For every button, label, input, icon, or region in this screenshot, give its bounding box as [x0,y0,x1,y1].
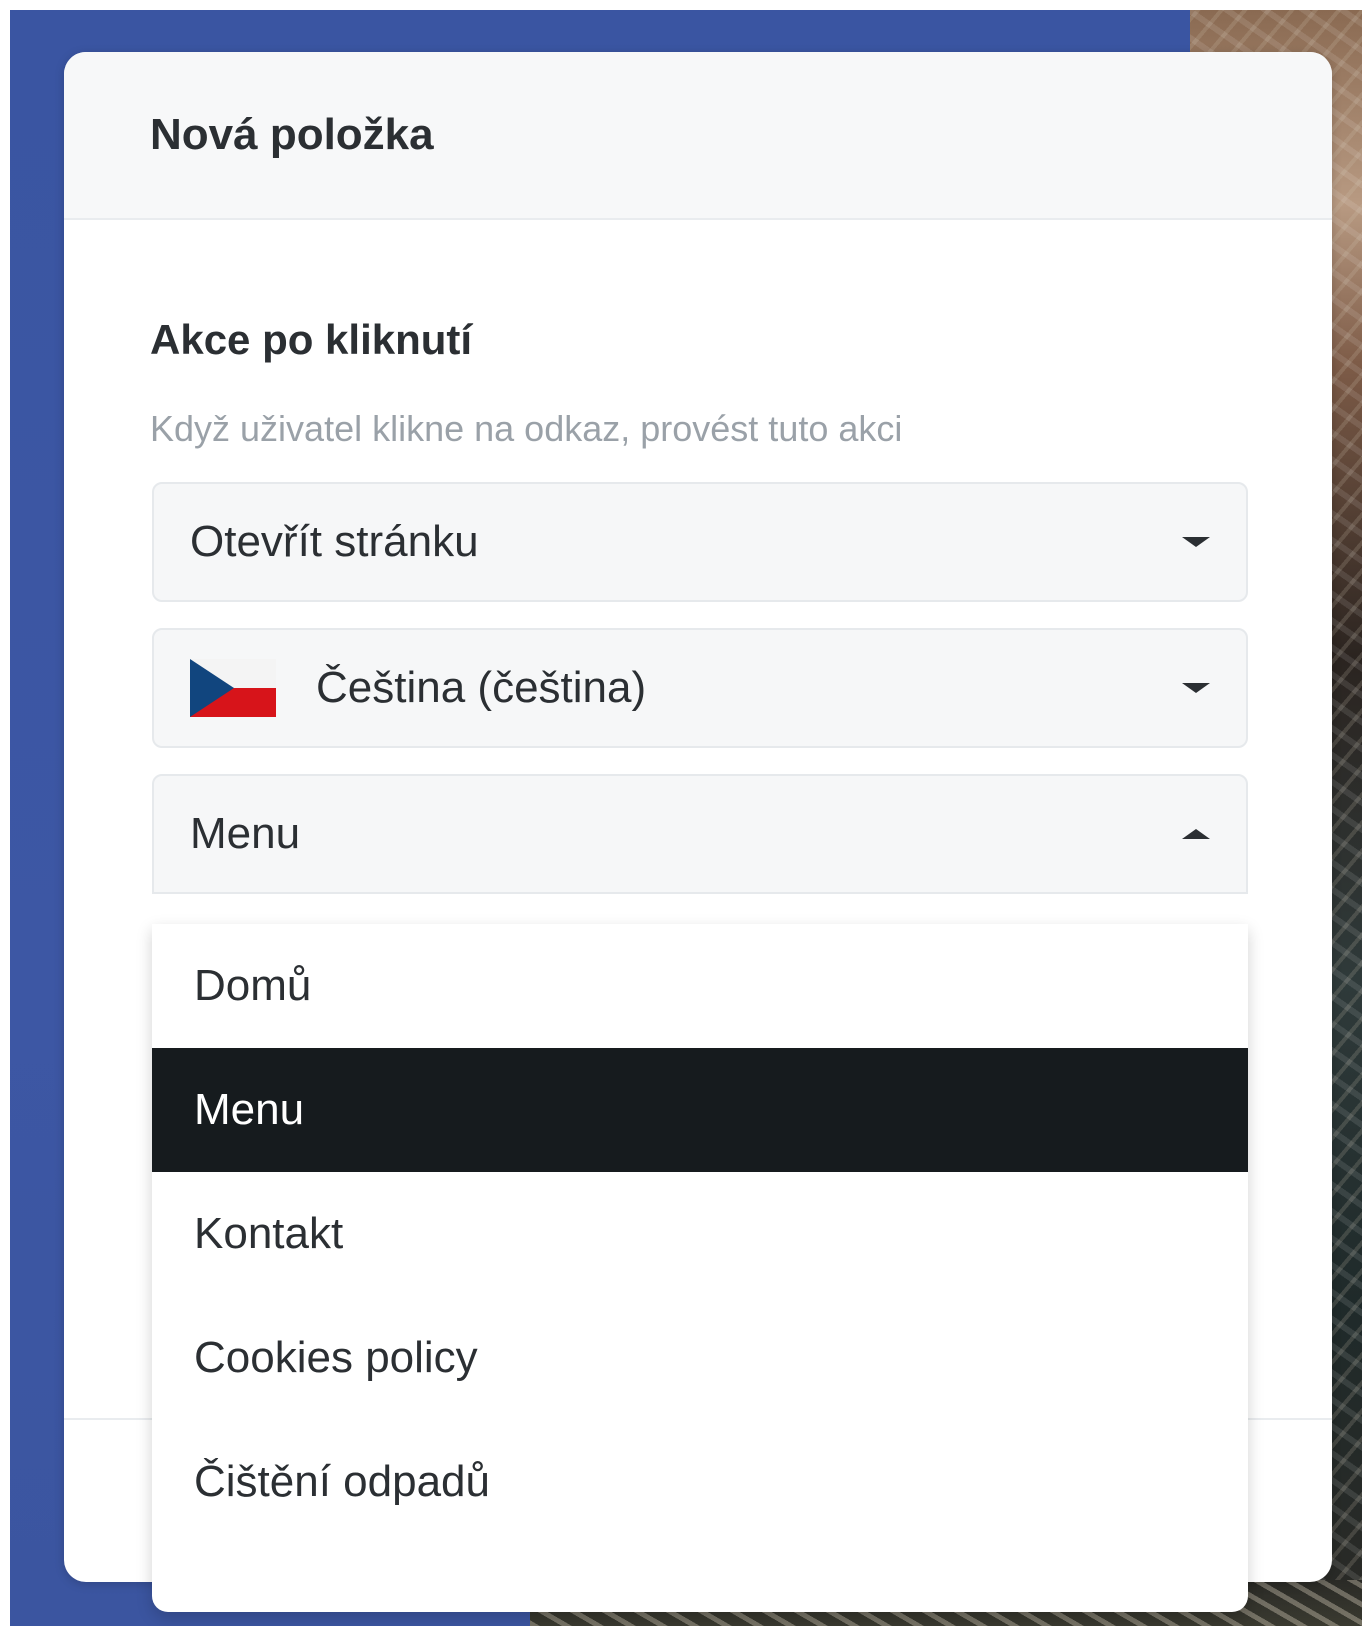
action-select-value: Otevřít stránku [190,517,479,566]
dialog-header: Nová položka [64,52,1332,220]
dropdown-option-cisteni-odpadu[interactable]: Čištění odpadů [152,1420,1248,1544]
dropdown-option-kontakt[interactable]: Kontakt [152,1172,1248,1296]
action-select[interactable]: Otevřít stránku [152,482,1248,602]
page-select[interactable]: Menu [152,774,1248,894]
section-hint: Když uživatel klikne na odkaz, provést t… [150,408,903,449]
page-select-value: Menu [190,809,301,858]
dialog-body: Akce po kliknutí Když uživatel klikne na… [64,316,1332,450]
dropdown-option-cookies-policy[interactable]: Cookies policy [152,1296,1248,1420]
language-select[interactable]: Čeština (čeština) [152,628,1248,748]
language-select-value: Čeština (čeština) [316,663,647,712]
chevron-down-icon [1182,537,1210,547]
dropdown-option-domu[interactable]: Domů [152,924,1248,1048]
chevron-up-icon [1182,829,1210,839]
czech-flag-icon [190,659,276,717]
dialog-title: Nová položka [150,110,434,159]
section-title: Akce po kliknutí [150,316,473,363]
dropdown-option-menu[interactable]: Menu [152,1048,1248,1172]
page-select-dropdown[interactable]: Domů Menu Kontakt Cookies policy Čištění… [152,924,1248,1612]
chevron-down-icon [1182,683,1210,693]
